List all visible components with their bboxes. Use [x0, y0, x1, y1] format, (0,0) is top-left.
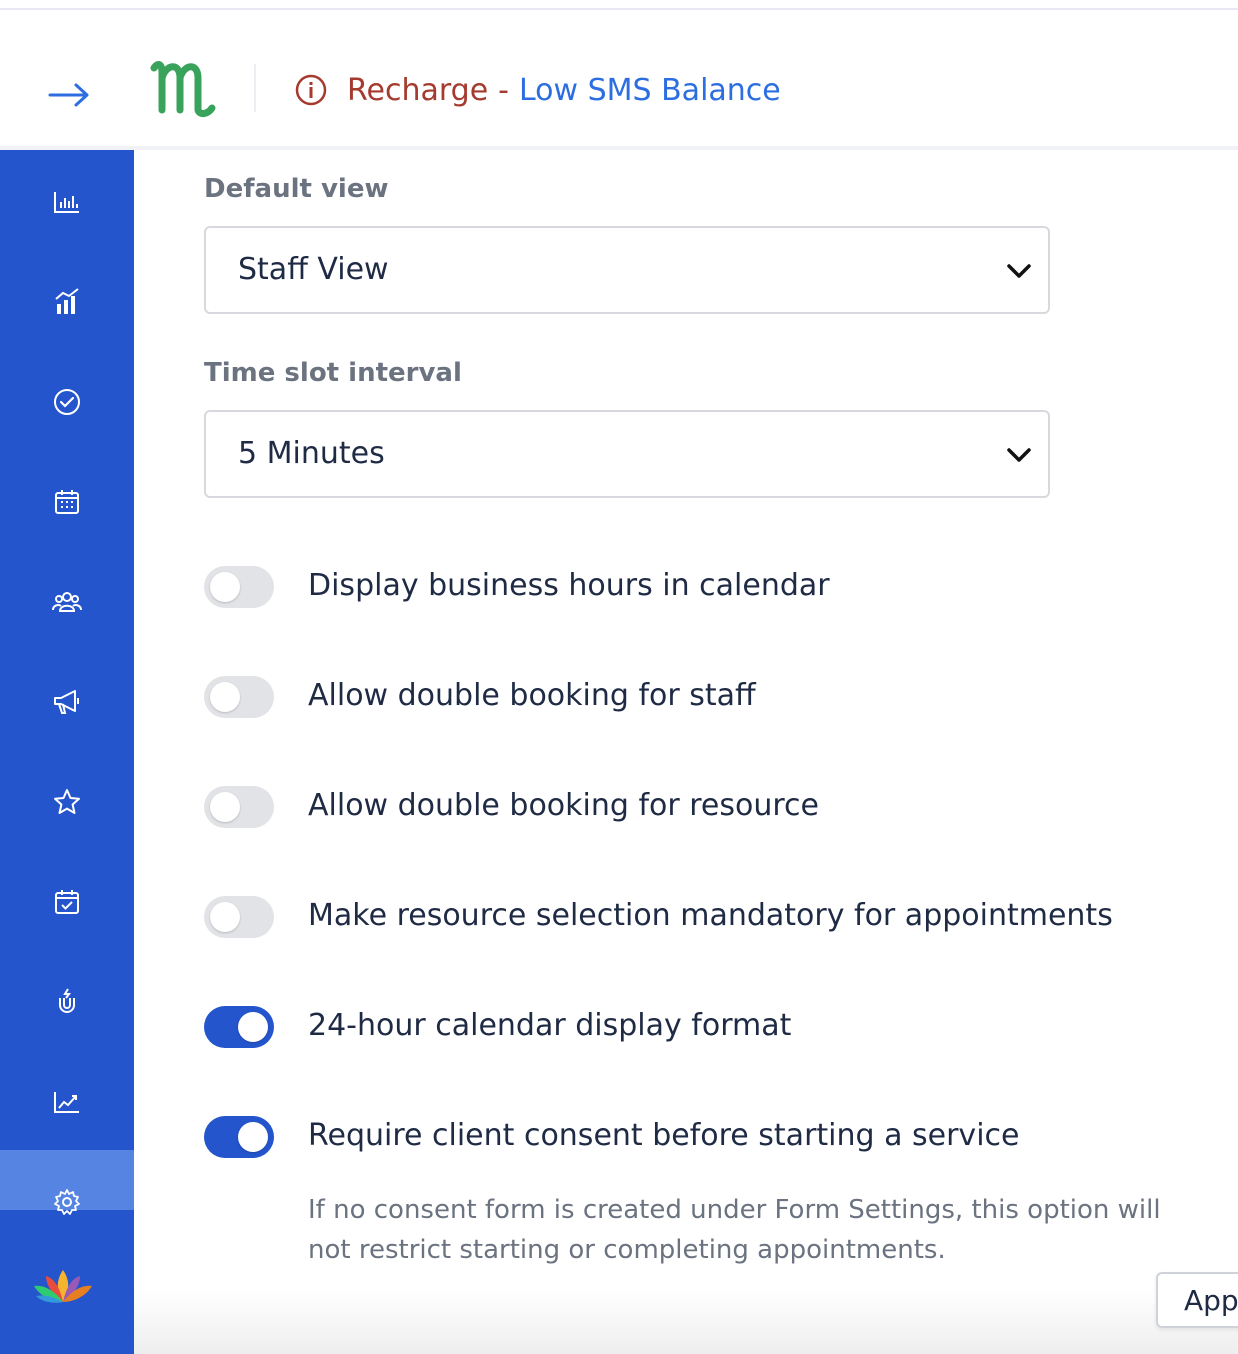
sidebar-item-reports[interactable] [0, 1072, 134, 1132]
arrow-right-icon[interactable] [44, 70, 94, 120]
growth-chart-icon [55, 288, 79, 314]
top-header: Recharge - Low SMS Balance [0, 10, 1238, 146]
bar-chart-icon [54, 192, 79, 213]
toggle-knob [238, 1122, 268, 1152]
calendar-check-icon [55, 890, 79, 914]
double-booking-staff-toggle[interactable] [204, 676, 274, 718]
settings-panel: Default view Staff View Time slot interv… [134, 150, 1238, 1354]
sidebar-item-calendar[interactable] [0, 472, 134, 532]
time-slot-value: 5 Minutes [238, 436, 385, 471]
sms-alert: Recharge - Low SMS Balance [295, 72, 781, 108]
chevron-down-icon [1007, 448, 1031, 462]
24-hour-format-toggle[interactable] [204, 1006, 274, 1048]
bottom-fade [134, 1290, 1238, 1354]
megaphone-icon [54, 690, 79, 714]
time-slot-select[interactable]: 5 Minutes [204, 410, 1050, 498]
chevron-down-icon [1007, 264, 1031, 278]
toggle-knob [210, 572, 240, 602]
gear-icon [54, 1189, 80, 1215]
sidebar [0, 150, 134, 1354]
default-view-select[interactable]: Staff View [204, 226, 1050, 314]
calendar-icon [55, 490, 79, 514]
toggle-knob [210, 682, 240, 712]
m-logo-icon[interactable] [148, 54, 218, 120]
client-consent-label: Require client consent before starting a… [308, 1118, 1020, 1153]
alert-separator: - [498, 72, 509, 108]
low-sms-balance-link[interactable]: Low SMS Balance [519, 73, 781, 108]
lotus-icon [32, 1266, 94, 1306]
users-icon [52, 592, 82, 612]
default-view-value: Staff View [238, 252, 389, 287]
sidebar-item-appointments[interactable] [0, 872, 134, 932]
check-circle-icon [54, 389, 80, 415]
toggle-knob [210, 792, 240, 822]
business-hours-toggle[interactable] [204, 566, 274, 608]
sidebar-item-reviews[interactable] [0, 772, 134, 832]
info-circle-icon [295, 74, 327, 106]
double-booking-staff-label: Allow double booking for staff [308, 678, 756, 713]
app-button[interactable]: App [1156, 1272, 1238, 1328]
magnet-icon [59, 988, 75, 1013]
toggle-knob [238, 1012, 268, 1042]
recharge-text: Recharge [347, 72, 489, 108]
time-slot-label: Time slot interval [204, 358, 462, 388]
sidebar-item-marketing[interactable] [0, 672, 134, 732]
sidebar-item-loyalty[interactable] [0, 972, 134, 1032]
sidebar-item-sales[interactable] [0, 272, 134, 332]
line-chart-icon [54, 1092, 79, 1113]
default-view-label: Default view [204, 174, 389, 204]
consent-help-text: If no consent form is created under Form… [308, 1195, 1161, 1265]
client-consent-toggle[interactable] [204, 1116, 274, 1158]
resource-mandatory-label: Make resource selection mandatory for ap… [308, 898, 1113, 933]
header-divider [254, 64, 256, 112]
double-booking-resource-label: Allow double booking for resource [308, 788, 819, 823]
business-hours-label: Display business hours in calendar [308, 568, 830, 603]
sidebar-item-clients[interactable] [0, 572, 134, 632]
star-icon [54, 789, 80, 814]
toggle-knob [210, 902, 240, 932]
sidebar-item-settings[interactable] [0, 1150, 134, 1215]
sidebar-item-tasks[interactable] [0, 372, 134, 432]
double-booking-resource-toggle[interactable] [204, 786, 274, 828]
sidebar-item-dashboard[interactable] [0, 172, 134, 232]
resource-mandatory-toggle[interactable] [204, 896, 274, 938]
24-hour-format-label: 24-hour calendar display format [308, 1008, 792, 1043]
